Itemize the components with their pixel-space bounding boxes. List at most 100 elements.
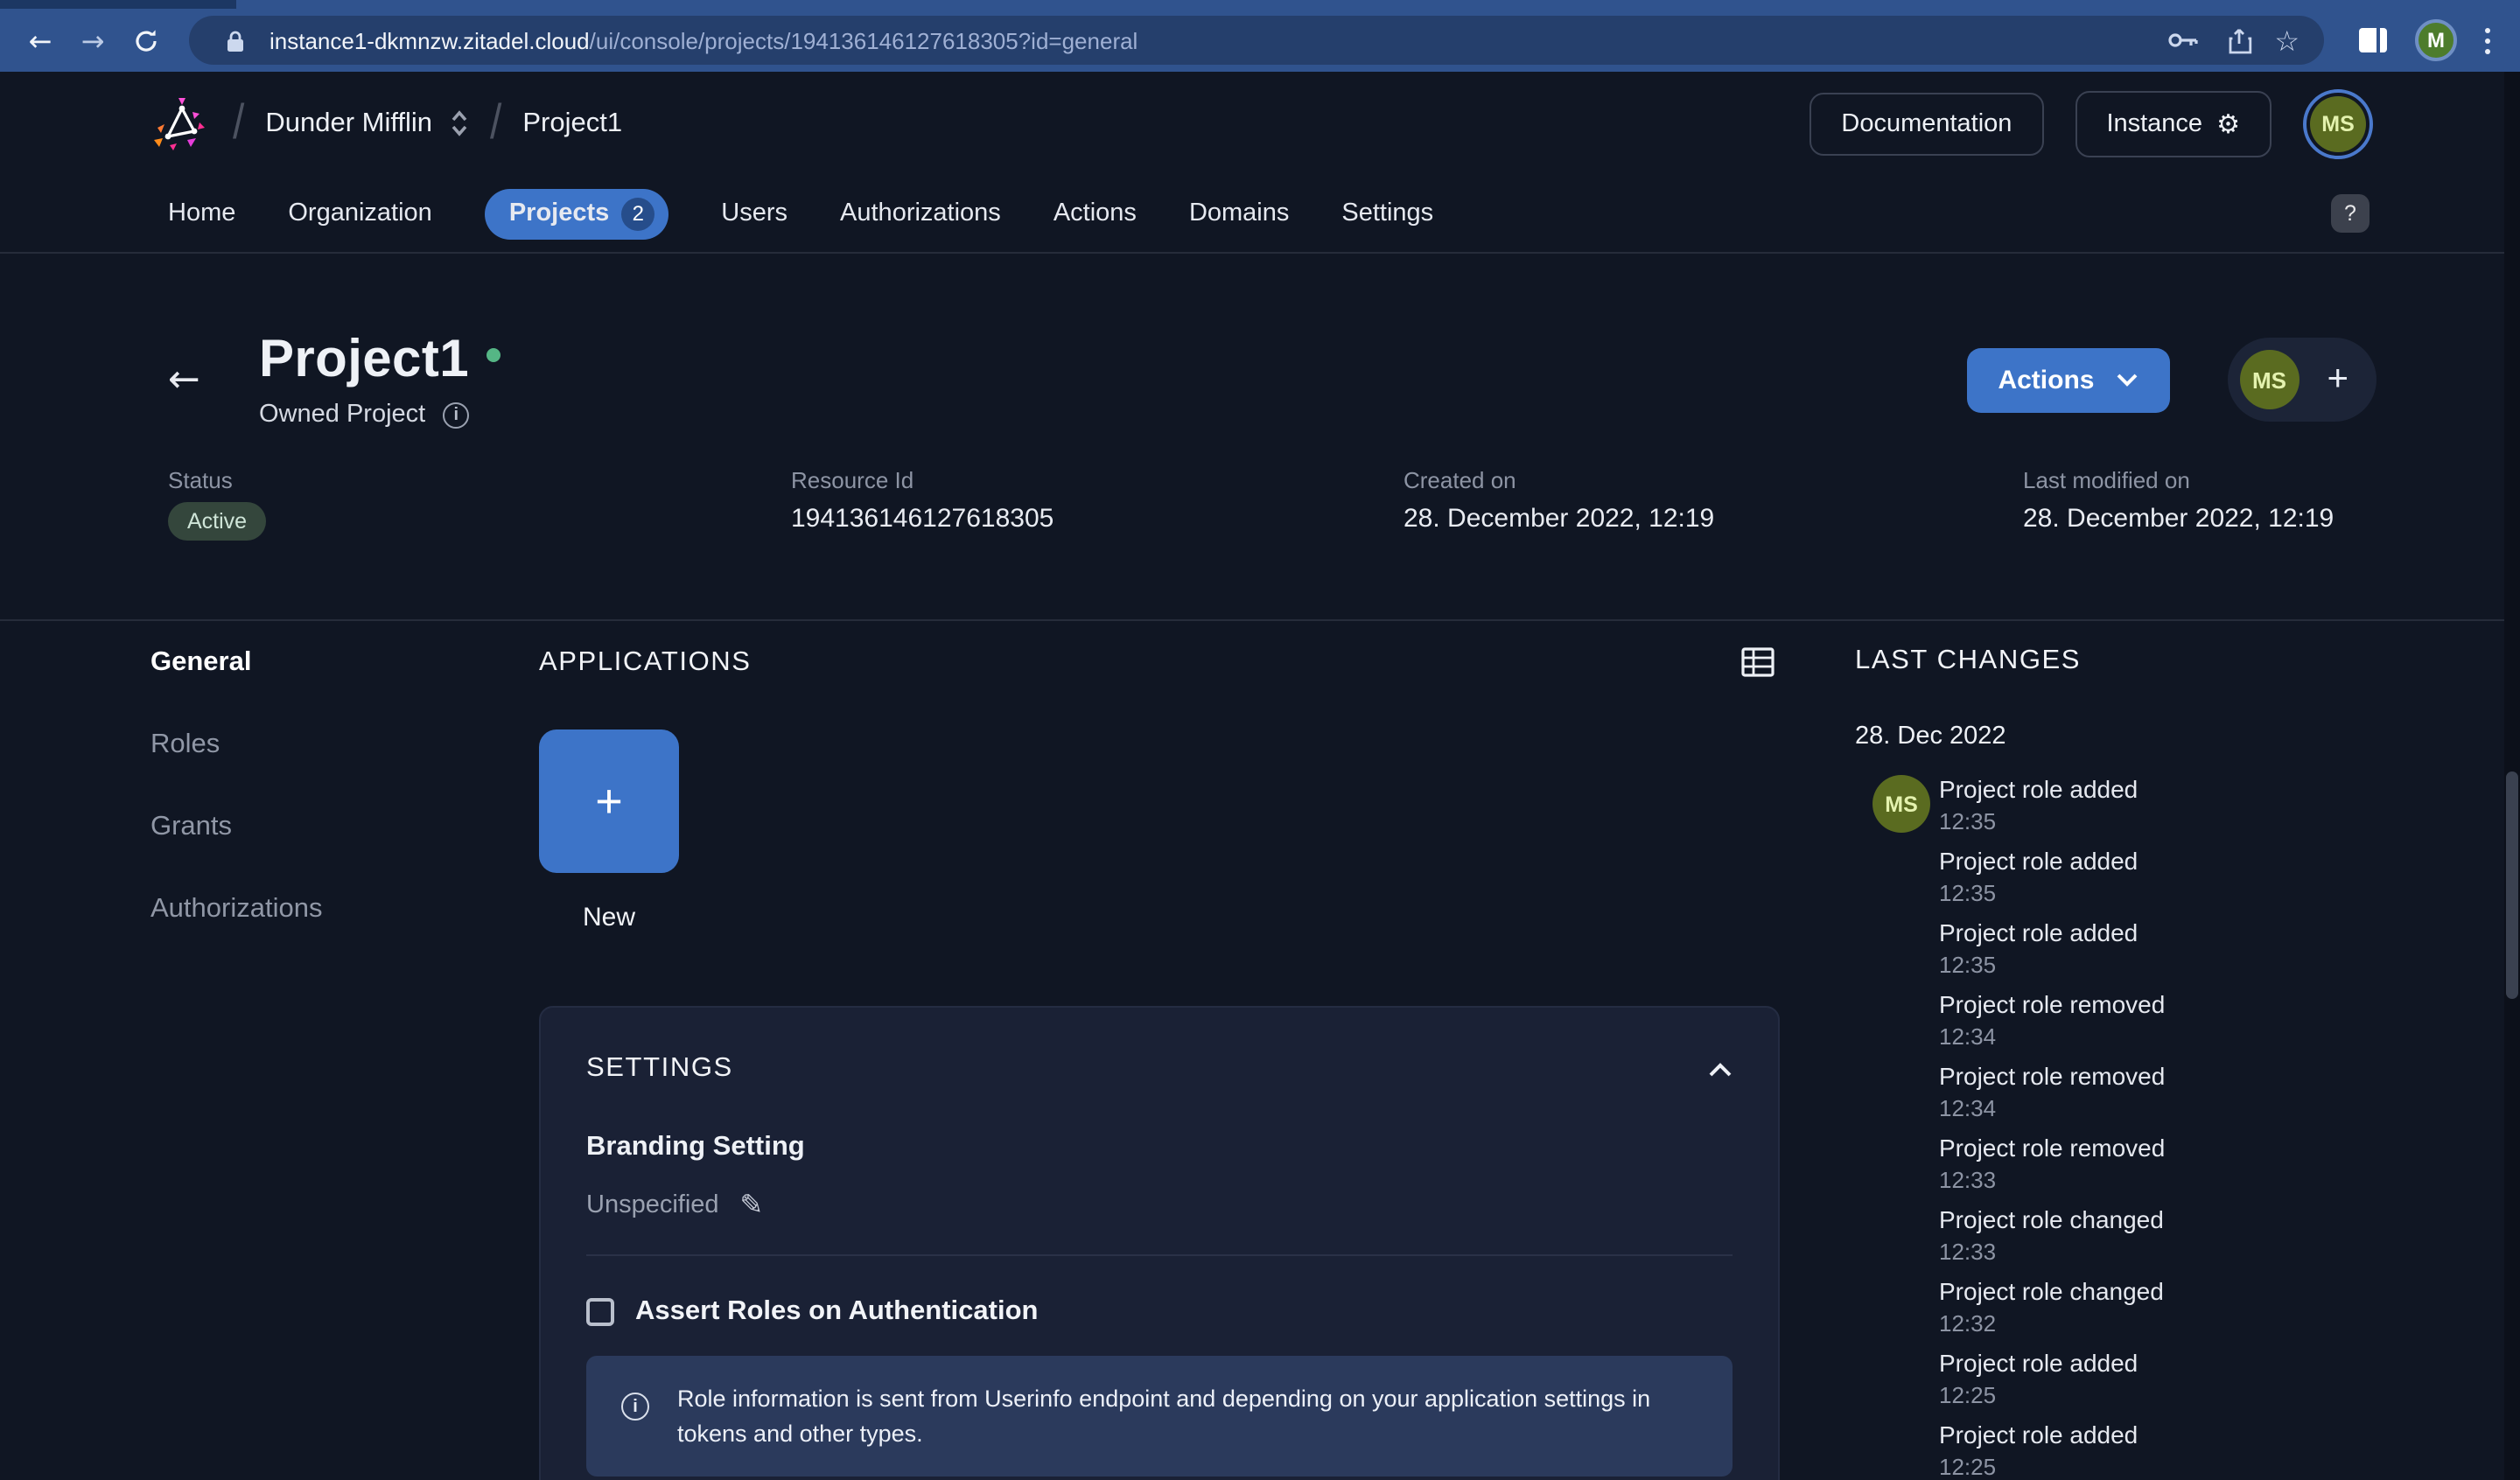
bookmark-star-icon[interactable]: ☆ [2274,24,2300,57]
collapse-chevron-icon[interactable] [1708,1061,1732,1077]
last-changes-title: LAST CHANGES [1855,646,2081,677]
entry-avatar-slot [1855,1349,1939,1408]
org-switcher-icon[interactable] [450,108,469,138]
zitadel-logo[interactable] [149,92,212,155]
address-bar[interactable]: instance1-dkmnzw.zitadel.cloud/ui/consol… [189,16,2324,65]
timeline-entry[interactable]: Project role removed12:34 [1855,990,2520,1050]
timeline-entry[interactable]: Project role removed 12:34 [1855,1062,2520,1121]
project-sidenav: General Roles Grants Authorizations [150,632,539,1480]
entry-label: Project role added [1939,847,2138,875]
tab-strip-gap [0,0,236,9]
entry-avatar-slot [1855,1062,1939,1121]
breadcrumb-project[interactable]: Project1 [522,108,622,139]
meta-modified: Last modified on 28. December 2022, 12:1… [2023,467,2376,541]
tab-projects-label: Projects [509,199,609,227]
tab-authorizations[interactable]: Authorizations [840,199,1001,227]
timeline-entry[interactable]: Project role added12:25 [1855,1421,2520,1480]
password-key-icon[interactable] [2162,19,2204,61]
entry-label: Project role removed [1939,1134,2165,1162]
sidenav-item-roles[interactable]: Roles [150,730,539,761]
applications-title: APPLICATIONS [539,646,752,678]
assert-roles-row: Assert Roles on Authentication [586,1296,1732,1328]
page: ← → instance1-dkmnzw.zitadel.cloud/ui/co… [0,0,2520,1480]
tab-settings[interactable]: Settings [1341,199,1433,227]
table-view-icon[interactable] [1741,646,1774,679]
last-changes-header: LAST CHANGES [1855,632,2520,677]
scrollbar-thumb[interactable] [2506,771,2518,999]
sidenav-item-grants[interactable]: Grants [150,812,539,843]
actions-dropdown-button[interactable]: Actions [1966,347,2169,412]
browser-reload-icon[interactable] [122,17,168,63]
entry-avatar-slot [1855,1134,1939,1193]
meta-status: Status Active [168,467,791,541]
entry-time: 12:34 [1939,1095,2165,1121]
timeline-entry[interactable]: Project role added 12:25 [1855,1349,2520,1408]
org-switcher-label[interactable]: Dunder Mifflin [265,108,432,139]
new-application: + New [539,730,679,932]
tab-projects[interactable]: Projects 2 [485,188,668,239]
browser-menu-icon[interactable] [2471,19,2502,61]
modified-value: 28. December 2022, 12:19 [2023,504,2376,534]
entry-time: 12:33 [1939,1167,2165,1193]
sidenav-item-general[interactable]: General [150,647,539,679]
add-member-button[interactable]: + [2327,359,2348,401]
projects-count-badge: 2 [621,197,654,230]
documentation-button[interactable]: Documentation [1810,92,2043,155]
changes-date: 28. Dec 2022 [1855,723,2520,750]
back-arrow-icon[interactable]: ← [168,358,210,401]
tab-domains[interactable]: Domains [1189,199,1289,227]
created-label: Created on [1404,467,2023,493]
settings-card-header: SETTINGS [586,1053,1732,1085]
entry-time: 12:35 [1939,880,2138,906]
side-panel-icon[interactable] [2359,28,2387,52]
project-members-group[interactable]: MS + [2227,338,2376,422]
browser-forward-icon[interactable]: → [70,17,116,63]
user-avatar[interactable]: MS [2303,88,2373,158]
breadcrumb-slash: / [233,95,244,151]
timeline-entry[interactable]: Project role added 12:35 [1855,847,2520,906]
timeline-entry[interactable]: MS Project role added12:35 [1855,775,2520,834]
header-actions: Documentation Instance ⚙ MS [1810,88,2373,158]
project-meta: Status Active Resource Id 19413614612761… [168,467,2376,541]
tab-actions[interactable]: Actions [1054,199,1137,227]
project-hero-row: ← Project1 Owned Project i Actions MS [168,331,2376,429]
timeline-entry[interactable]: Project role added12:35 [1855,918,2520,978]
branding-setting-row: Unspecified ✎ [586,1188,1732,1221]
browser-profile-avatar[interactable]: M [2415,19,2457,61]
gear-icon: ⚙ [2216,108,2240,139]
active-tab-curve [236,0,264,9]
entry-time: 12:25 [1939,1382,2138,1408]
meta-resource-id: Resource Id 194136146127618305 [791,467,1404,541]
timeline-entry[interactable]: Project role removed 12:33 [1855,1134,2520,1193]
help-button[interactable]: ? [2331,194,2370,233]
actions-button-label: Actions [1998,365,2094,394]
entry-label: Project role added [1939,1349,2138,1377]
browser-back-icon[interactable]: ← [18,17,63,63]
sidenav-item-authorizations[interactable]: Authorizations [150,894,539,925]
project-subtitle: Owned Project [259,401,425,429]
new-application-button[interactable]: + [539,730,679,873]
tab-home[interactable]: Home [168,199,235,227]
entry-label: Project role removed [1939,990,2165,1018]
edit-pencil-icon[interactable]: ✎ [740,1188,764,1221]
entry-time: 12:32 [1939,1310,2164,1337]
main-nav: Home Organization Projects 2 Users Autho… [0,175,2520,252]
timeline-entry[interactable]: Project role changed12:32 [1855,1277,2520,1337]
entry-label: Project role removed [1939,1062,2165,1090]
created-value: 28. December 2022, 12:19 [1404,504,2023,534]
branding-setting-value: Unspecified [586,1190,719,1218]
entry-time: 12:35 [1939,808,2138,834]
assert-roles-checkbox[interactable] [586,1298,614,1326]
tab-users[interactable]: Users [721,199,788,227]
assert-roles-label: Assert Roles on Authentication [635,1296,1038,1328]
share-icon[interactable] [2218,19,2260,61]
timeline-entry[interactable]: Project role changed12:33 [1855,1205,2520,1265]
entry-avatar-slot [1855,847,1939,906]
entry-label: Project role added [1939,918,2138,946]
instance-button[interactable]: Instance ⚙ [2075,90,2272,157]
page-scrollbar[interactable] [2504,72,2520,1480]
tab-organization[interactable]: Organization [288,199,431,227]
content: General Roles Grants Authorizations APPL… [0,621,2520,1480]
info-icon[interactable]: i [443,401,469,428]
project-title-block: Project1 Owned Project i [259,331,500,429]
